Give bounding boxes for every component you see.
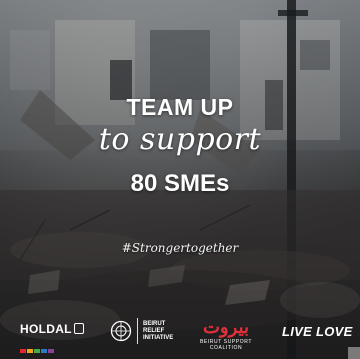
- holdal-color-bar-icon: [20, 340, 84, 353]
- bri-line-2: RELIEF: [143, 327, 165, 334]
- headline-team-up: TEAM UP: [126, 94, 234, 120]
- beirut-relief-initiative-text: BEIRUT RELIEF INITIATIVE: [143, 321, 173, 342]
- holdal-mark-icon: [73, 323, 84, 334]
- beirut-support-coalition-logo: بيروت BEIRUT SUPPORT COALITION: [186, 318, 266, 351]
- logo-divider: [137, 318, 138, 344]
- partner-logos: HOLDAL BEIRUT RELIEF INITIATIVE بيروت BE…: [0, 312, 360, 353]
- bsc-caption: BEIRUT SUPPORT COALITION: [199, 339, 253, 351]
- bri-line-3: INITIATIVE: [143, 334, 174, 341]
- headline-80-smes: 80 SMEs: [130, 170, 230, 197]
- holdal-logo: HOLDAL: [20, 320, 84, 353]
- bsc-arabic-wordmark: بيروت: [202, 317, 249, 337]
- campaign-poster: TEAM UP to support 80 SMEs #Strongertoge…: [0, 0, 360, 359]
- headline-to-support: to support: [98, 122, 262, 157]
- hashtag-stronger-together: #Strongertogether: [121, 241, 239, 255]
- corner-fold-icon: [348, 347, 360, 359]
- beirut-relief-initiative-logo: BEIRUT RELIEF INITIATIVE: [110, 318, 173, 344]
- un-globe-icon: [110, 320, 132, 342]
- bri-line-1: BEIRUT: [143, 320, 166, 327]
- live-love-logo: LIVE LOVE: [282, 324, 353, 339]
- holdal-wordmark: HOLDAL: [20, 322, 72, 336]
